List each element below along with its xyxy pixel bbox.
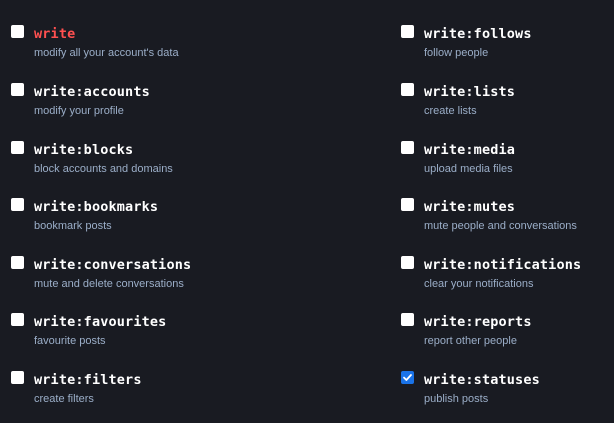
scope-description: block accounts and domains [34, 163, 173, 175]
scope-write-media[interactable]: write:media upload media files [401, 141, 611, 191]
scope-name: write:filters [34, 372, 142, 388]
scope-description: mute people and conversations [424, 220, 577, 232]
scope-write-accounts[interactable]: write:accounts modify your profile [11, 83, 221, 133]
scope-description: create filters [34, 393, 94, 405]
scope-checkbox[interactable] [11, 371, 24, 384]
scope-write-bookmarks[interactable]: write:bookmarks bookmark posts [11, 198, 221, 248]
scope-write-follows[interactable]: write:follows follow people [401, 25, 611, 75]
scope-name: write:media [424, 142, 516, 158]
scope-write-filters[interactable]: write:filters create filters [11, 371, 221, 421]
scope-write-notifications[interactable]: write:notifications clear your notificat… [401, 256, 611, 306]
scope-name: write:favourites [34, 314, 167, 330]
scope-description: report other people [424, 335, 517, 347]
scope-checkbox[interactable] [401, 83, 414, 96]
scope-name: write:lists [424, 84, 516, 100]
scope-write-lists[interactable]: write:lists create lists [401, 83, 611, 133]
scope-write-reports[interactable]: write:reports report other people [401, 313, 611, 363]
scope-checkbox[interactable] [11, 25, 24, 38]
scope-write[interactable]: write modify all your account's data [11, 25, 221, 75]
scope-write-statuses[interactable]: write:statuses publish posts [401, 371, 611, 421]
scope-description: mute and delete conversations [34, 278, 184, 290]
scope-write-favourites[interactable]: write:favourites favourite posts [11, 313, 221, 363]
scope-checkbox[interactable] [11, 198, 24, 211]
scope-checkbox[interactable] [11, 83, 24, 96]
scope-description: bookmark posts [34, 220, 112, 232]
scope-checkbox[interactable] [401, 198, 414, 211]
scope-name: write:mutes [424, 199, 516, 215]
scope-name: write:follows [424, 26, 532, 42]
scope-checkbox[interactable] [401, 25, 414, 38]
scope-write-conversations[interactable]: write:conversations mute and delete conv… [11, 256, 221, 306]
scope-name: write [34, 26, 76, 42]
scope-name: write:conversations [34, 257, 192, 273]
scope-name: write:reports [424, 314, 532, 330]
scope-checkbox[interactable] [11, 313, 24, 326]
scope-checkbox[interactable] [11, 256, 24, 269]
scope-description: modify your profile [34, 105, 124, 117]
scope-description: publish posts [424, 393, 489, 405]
scope-name: write:bookmarks [34, 199, 159, 215]
scope-description: upload media files [424, 163, 513, 175]
scope-name: write:blocks [34, 142, 134, 158]
scope-name: write:notifications [424, 257, 582, 273]
scope-write-blocks[interactable]: write:blocks block accounts and domains [11, 141, 221, 191]
scope-checkbox[interactable] [11, 141, 24, 154]
scope-write-mutes[interactable]: write:mutes mute people and conversation… [401, 198, 611, 248]
scope-checkbox[interactable] [401, 313, 414, 326]
scope-checkbox[interactable] [401, 141, 414, 154]
scope-name: write:accounts [34, 84, 150, 100]
scope-checkbox-checked[interactable] [401, 371, 414, 384]
checkmark-icon [403, 374, 412, 381]
scope-description: follow people [424, 47, 489, 59]
scope-checkbox[interactable] [401, 256, 414, 269]
scope-description: modify all your account's data [34, 47, 179, 59]
scope-name: write:statuses [424, 372, 540, 388]
scope-description: create lists [424, 105, 477, 117]
scope-description: favourite posts [34, 335, 106, 347]
scope-description: clear your notifications [424, 278, 534, 290]
